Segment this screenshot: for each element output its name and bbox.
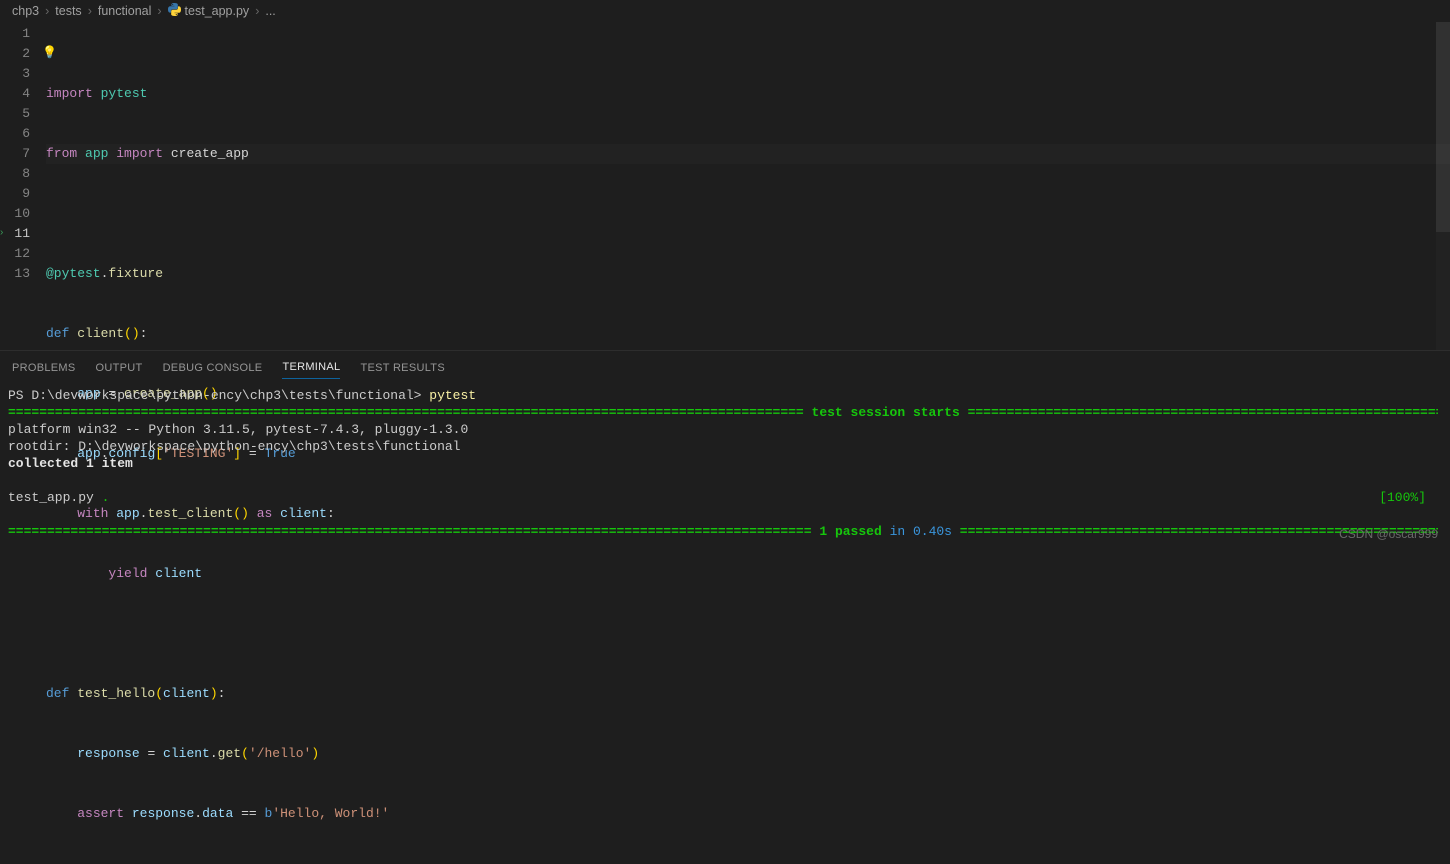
terminal-line: collected 1 item [8,455,1438,472]
code-line: @pytest.fixture [46,264,1450,284]
terminal-content[interactable]: PS D:\devworkspace\python-ency\chp3\test… [0,379,1450,544]
code-editor[interactable]: 1 2 3 4 5 6 7 8 9 10 11 12 13 💡 import p… [0,22,1450,350]
terminal-line: test_app.py .[100%] [8,489,1438,506]
bottom-panel: PROBLEMS OUTPUT DEBUG CONSOLE TERMINAL T… [0,350,1450,544]
line-number: 5 [0,104,30,124]
terminal-line: ========================================… [8,404,1438,421]
git-change-marker-icon: › [0,226,6,240]
code-line: import pytest [46,84,1450,104]
breadcrumb-seg[interactable]: tests [55,4,81,18]
breadcrumb-seg[interactable]: chp3 [12,4,39,18]
line-number: 10 [0,204,30,224]
breadcrumb-seg[interactable]: functional [98,4,152,18]
line-number: 7 [0,144,30,164]
code-area[interactable]: 💡 import pytest from app import create_a… [46,22,1450,350]
line-number: 12 [0,244,30,264]
terminal-line [8,506,1438,523]
scrollbar-thumb[interactable] [1436,22,1450,232]
watermark-text: CSDN @oscar999 [1339,527,1438,541]
breadcrumb: chp3 › tests › functional › test_app.py … [0,0,1450,22]
line-number: 4 [0,84,30,104]
line-number: 3 [0,64,30,84]
line-number: 8 [0,164,30,184]
chevron-right-icon: › [157,4,161,18]
breadcrumb-seg[interactable]: test_app.py [185,4,250,18]
code-line: def test_hello(client): [46,684,1450,704]
lightbulb-icon[interactable]: 💡 [42,43,56,57]
progress-percent: [100%] [1379,489,1426,506]
line-number: 9 [0,184,30,204]
terminal-line: rootdir: D:\devworkspace\python-ency\chp… [8,438,1438,455]
code-line [46,624,1450,644]
line-number-gutter: 1 2 3 4 5 6 7 8 9 10 11 12 13 [0,22,46,350]
breadcrumb-more[interactable]: ... [265,4,275,18]
terminal-line [8,472,1438,489]
python-file-icon [168,3,181,19]
terminal-line: ========================================… [8,523,1438,540]
editor-scrollbar[interactable] [1436,22,1450,350]
code-line: yield client [46,564,1450,584]
terminal-line: PS D:\devworkspace\python-ency\chp3\test… [8,387,1438,404]
code-line [46,204,1450,224]
line-number: 2 [0,44,30,64]
chevron-right-icon: › [88,4,92,18]
terminal-line: platform win32 -- Python 3.11.5, pytest-… [8,421,1438,438]
line-number: 1 [0,24,30,44]
line-number: 6 [0,124,30,144]
code-line: response = client.get('/hello') [46,744,1450,764]
line-number: 13 [0,264,30,284]
code-line: assert response.data == b'Hello, World!' [46,804,1450,824]
code-line: from app import create_app [46,144,1450,164]
terminal-command: pytest [429,388,476,403]
code-line: def client(): [46,324,1450,344]
chevron-right-icon: › [255,4,259,18]
chevron-right-icon: › [45,4,49,18]
terminal-prompt: PS D:\devworkspace\python-ency\chp3\test… [8,388,429,403]
